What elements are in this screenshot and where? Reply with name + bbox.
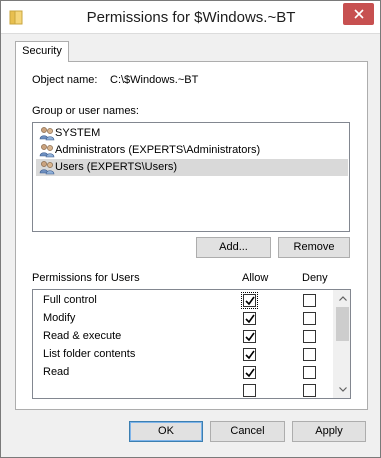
permission-name: Modify [43,312,76,324]
permission-name: List folder contents [43,348,136,360]
checkmark-icon [245,332,255,342]
users-icon [39,144,55,158]
permission-name: Read & execute [43,330,122,342]
remove-button[interactable]: Remove [278,237,350,258]
deny-checkbox[interactable] [303,330,316,343]
object-name-label: Object name: [32,74,98,86]
deny-header: Deny [302,272,328,284]
list-item-users[interactable]: Users (EXPERTS\Users) [36,159,348,176]
allow-checkbox[interactable] [241,292,258,309]
permission-row: Modify [33,310,333,328]
checkmark-icon [245,368,255,378]
list-item-system[interactable]: SYSTEM [36,125,348,142]
allow-checkbox[interactable] [243,330,256,343]
close-icon [353,9,364,19]
deny-checkbox[interactable] [303,366,316,379]
permissions-scrollbar[interactable] [333,290,350,398]
permission-name: Full control [43,294,97,306]
users-icon [39,127,55,141]
object-name-value: C:\$Windows.~BT [110,74,199,86]
deny-checkbox[interactable] [303,312,316,325]
allow-checkbox[interactable] [243,348,256,361]
allow-checkbox[interactable] [243,384,256,397]
permission-row [33,382,333,398]
list-item-label: Administrators (EXPERTS\Administrators) [55,144,261,156]
chevron-up-icon [338,296,347,301]
checkmark-icon [245,350,255,360]
list-item-administrators[interactable]: Administrators (EXPERTS\Administrators) [36,142,348,159]
allow-checkbox[interactable] [243,366,256,379]
permission-row: Read & execute [33,328,333,346]
ok-button[interactable]: OK [129,421,203,442]
window-title: Permissions for $Windows.~BT [86,9,296,26]
group-user-list[interactable]: SYSTEM Administrators (EXPERTS\Administr… [32,122,350,232]
deny-checkbox[interactable] [303,294,316,307]
add-button[interactable]: Add... [196,237,271,258]
scroll-up-button[interactable] [334,290,350,307]
permission-row: Full control [33,292,333,310]
tab-security[interactable]: Security [15,41,69,62]
close-button[interactable] [343,3,374,25]
chevron-down-icon [338,387,347,392]
scroll-thumb[interactable] [336,307,349,341]
deny-checkbox[interactable] [303,384,316,397]
permissions-list[interactable]: Full control Modify Read & execute List … [32,289,351,399]
permissions-label: Permissions for Users [32,272,140,284]
permissions-dialog: Permissions for $Windows.~BT Security Ob… [0,0,381,458]
title-bar: Permissions for $Windows.~BT [1,1,380,34]
permission-row: List folder contents [33,346,333,364]
checkmark-icon [245,314,255,324]
permission-name: Read [43,366,70,378]
list-item-label: Users (EXPERTS\Users) [55,161,178,173]
folder-icon [9,10,23,25]
checkmark-icon [245,296,255,306]
scroll-down-button[interactable] [334,381,350,398]
permission-row: Read [33,364,333,382]
group-names-label: Group or user names: [32,105,139,117]
deny-checkbox[interactable] [303,348,316,361]
allow-header: Allow [242,272,269,284]
cancel-button[interactable]: Cancel [210,421,285,442]
allow-checkbox[interactable] [243,312,256,325]
list-item-label: SYSTEM [55,127,101,139]
apply-button[interactable]: Apply [292,421,366,442]
security-panel: Object name: C:\$Windows.~BT Group or us… [15,61,368,410]
users-icon [39,161,55,175]
